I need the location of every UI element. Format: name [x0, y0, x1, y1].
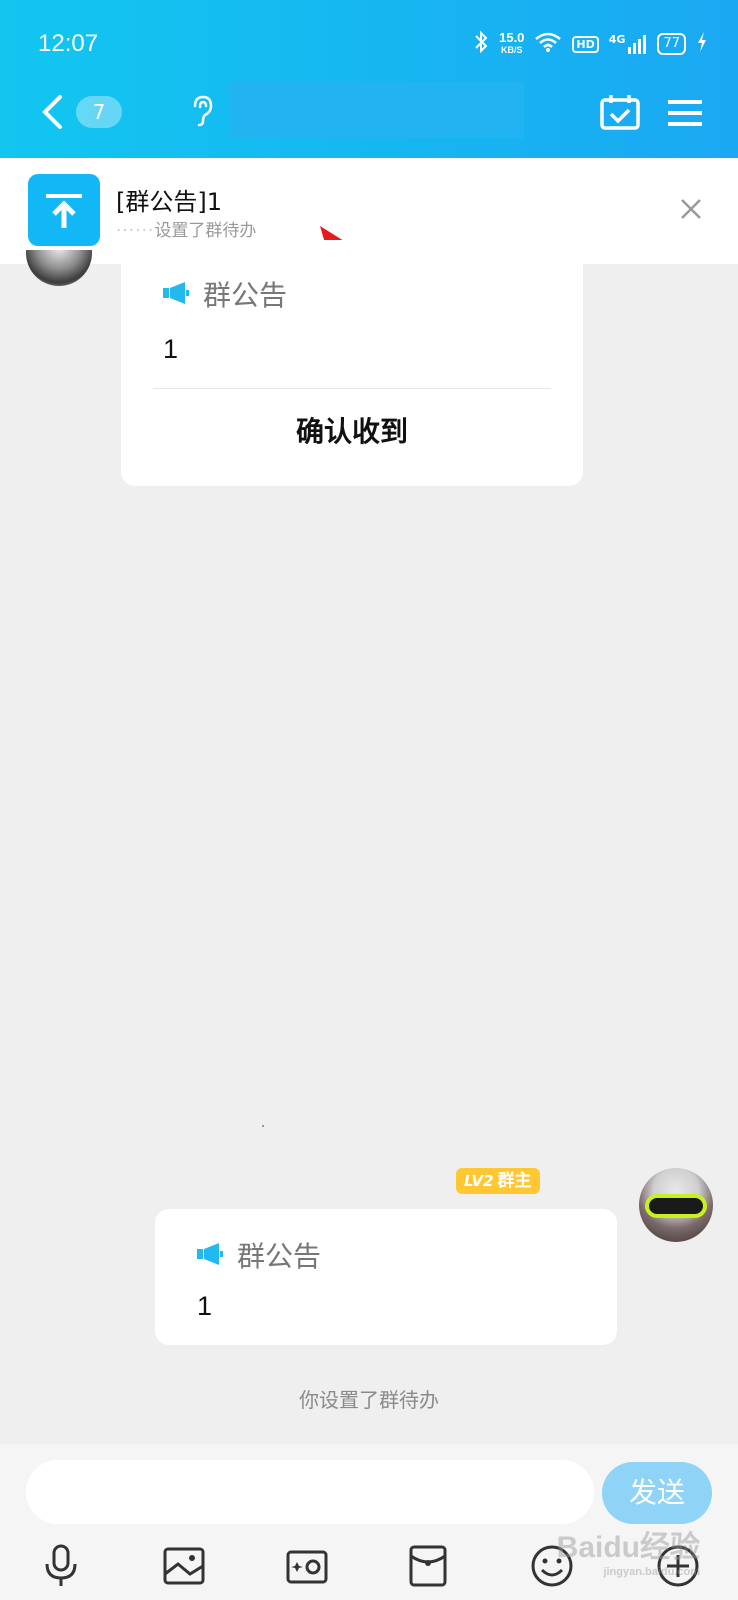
status-bar: 12:07 15.0 KB/S HD 4G 77: [0, 26, 738, 66]
owner-badge: LV2 群主: [456, 1168, 540, 1194]
sender-avatar[interactable]: [26, 250, 92, 286]
earpiece-mode-icon: [190, 94, 214, 132]
wifi-icon: [534, 31, 562, 57]
announcement-body: 1: [163, 334, 179, 364]
close-icon[interactable]: [680, 198, 702, 224]
banner-subtitle: ······设置了群待办: [116, 221, 257, 241]
group-todo-icon[interactable]: [600, 94, 640, 134]
confirm-received-button[interactable]: 确认收到: [121, 410, 583, 450]
red-packet-icon[interactable]: [408, 1544, 448, 1592]
back-arrow-icon[interactable]: [40, 94, 64, 130]
group-title-redacted: [230, 82, 524, 138]
menu-icon[interactable]: [668, 98, 702, 132]
dot: [262, 1125, 264, 1127]
status-time: 12:07: [38, 30, 99, 57]
hd-icon: HD: [572, 35, 599, 53]
camera-icon[interactable]: [285, 1544, 329, 1592]
microphone-icon[interactable]: [42, 1544, 80, 1592]
announcement-body: 1: [197, 1291, 213, 1321]
pin-top-icon: [28, 174, 100, 246]
battery-icon: 77: [657, 33, 686, 55]
system-message: 你设置了群待办: [299, 1388, 439, 1412]
unread-count-badge[interactable]: 7: [76, 96, 122, 128]
image-icon[interactable]: [162, 1544, 206, 1592]
divider: [153, 388, 551, 389]
announcement-card[interactable]: 群公告 1 确认收到: [121, 240, 583, 486]
megaphone-icon: [197, 1239, 223, 1272]
send-button[interactable]: 发送: [602, 1462, 712, 1524]
my-avatar[interactable]: [639, 1168, 713, 1242]
charging-icon: [696, 31, 708, 57]
header: 12:07 15.0 KB/S HD 4G 77 7: [0, 0, 738, 158]
nav-bar: 7: [0, 82, 738, 142]
signal-icon: 4G: [609, 33, 648, 55]
announcement-header: 群公告: [163, 274, 287, 314]
bluetooth-icon: [473, 30, 489, 58]
banner-title: [群公告]1: [116, 188, 222, 216]
net-speed: 15.0 KB/S: [499, 30, 525, 55]
my-announcement-card[interactable]: 群公告 1: [155, 1209, 617, 1345]
watermark: Baidu经验 jingyan.baidu.com: [556, 1531, 700, 1578]
message-input[interactable]: [26, 1460, 594, 1524]
announcement-header: 群公告: [197, 1235, 321, 1275]
megaphone-icon: [163, 278, 189, 311]
